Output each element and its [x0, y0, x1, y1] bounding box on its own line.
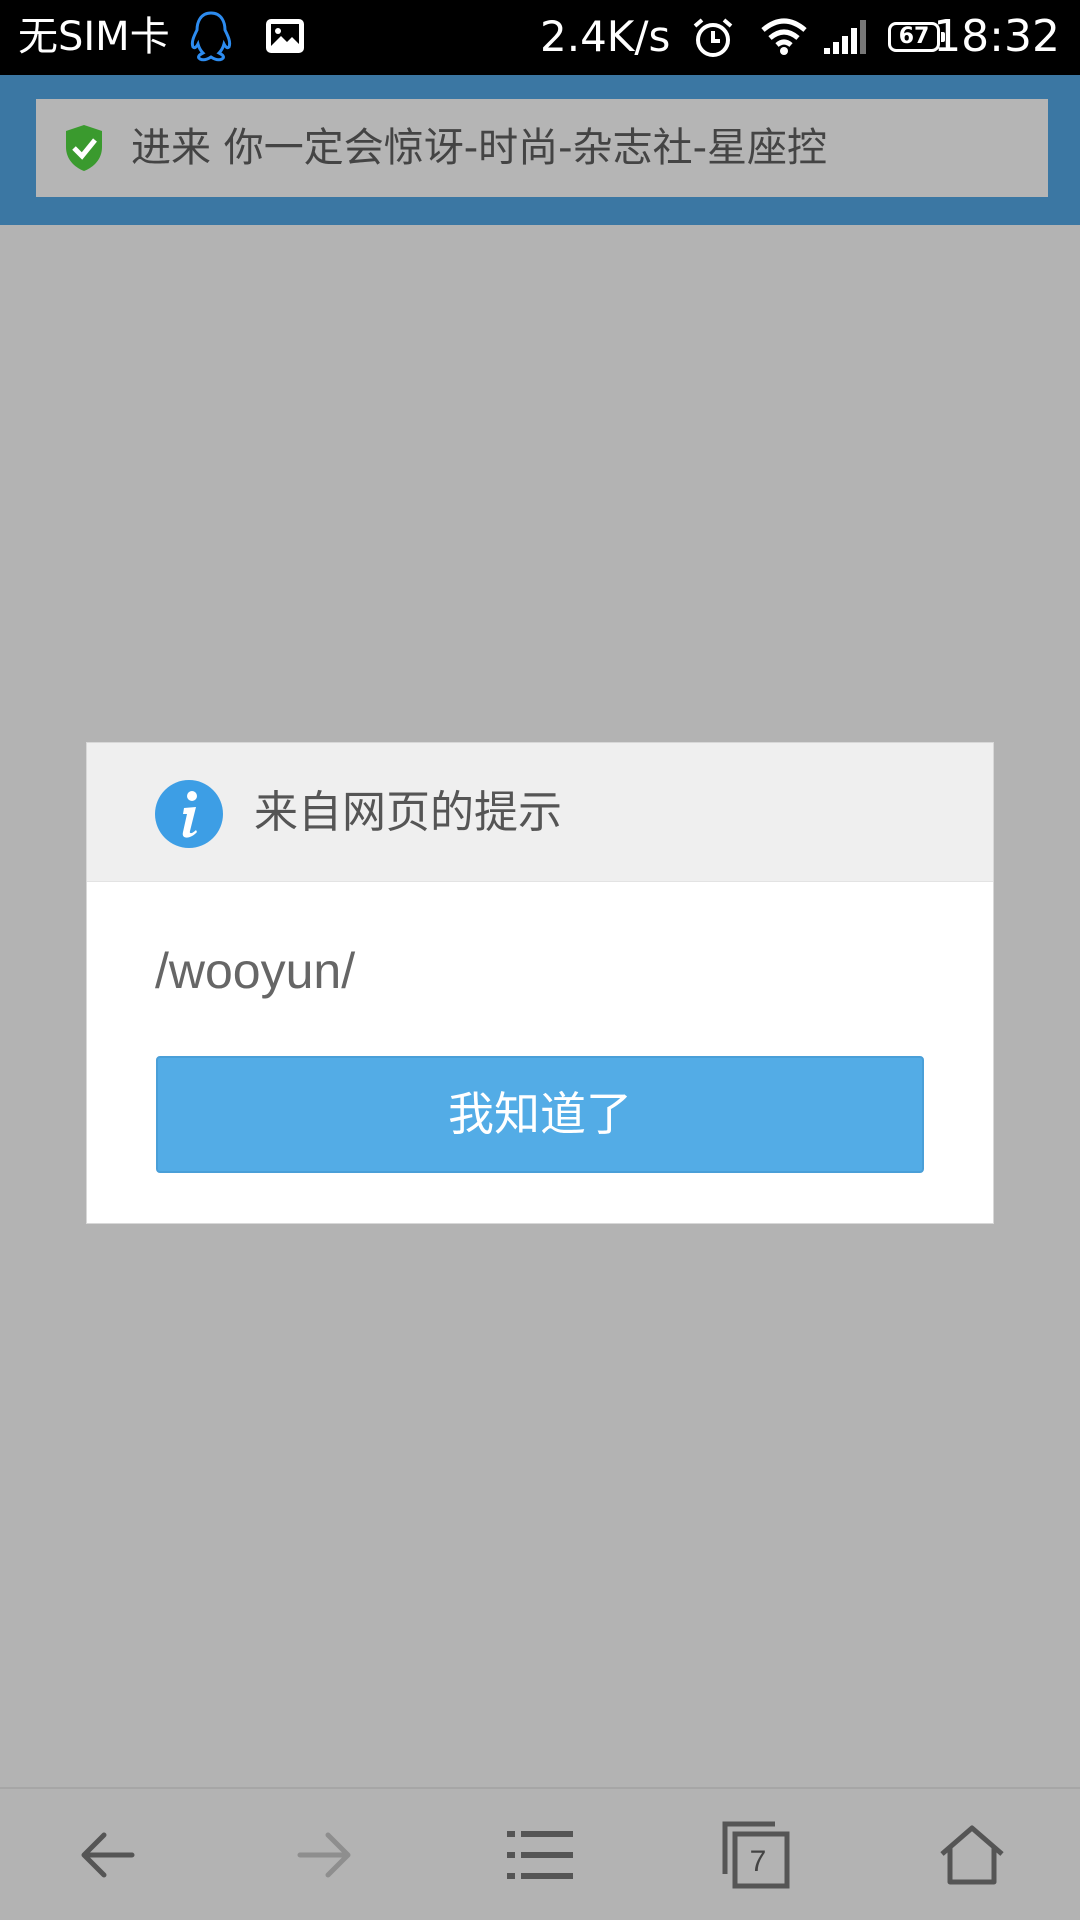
- dialog-message: /wooyun/: [155, 943, 356, 999]
- dialog-header: 来自网页的提示: [87, 743, 993, 882]
- alarm-icon: [690, 16, 736, 64]
- menu-button[interactable]: [460, 1789, 620, 1920]
- back-button[interactable]: [28, 1789, 188, 1920]
- wifi-icon: [760, 18, 808, 60]
- menu-icon: [507, 1830, 573, 1879]
- address-bar[interactable]: 进来 你一定会惊讶-时尚-杂志社-星座控: [36, 99, 1048, 197]
- browser-header: 进来 你一定会惊讶-时尚-杂志社-星座控: [0, 75, 1080, 225]
- bottom-toolbar: 7: [0, 1787, 1080, 1920]
- tabs-button[interactable]: 7: [676, 1789, 836, 1920]
- alert-dialog: 来自网页的提示 /wooyun/ 我知道了: [86, 742, 994, 1224]
- qq-icon: [188, 10, 234, 68]
- shield-check-icon: [62, 123, 106, 177]
- confirm-button[interactable]: 我知道了: [156, 1056, 924, 1173]
- info-icon: [154, 779, 224, 853]
- carrier-label: 无SIM卡: [18, 14, 170, 60]
- home-button[interactable]: [892, 1789, 1052, 1920]
- tab-count: 7: [749, 1844, 767, 1878]
- battery-icon: 67: [888, 22, 945, 52]
- signal-icon: [822, 18, 872, 60]
- status-bar: 无SIM卡 2.4K/s 67 18:32: [0, 0, 1080, 75]
- network-speed: 2.4K/s: [540, 12, 671, 61]
- image-icon: [263, 16, 307, 60]
- home-icon: [940, 1825, 1004, 1884]
- page-title: 进来 你一定会惊讶-时尚-杂志社-星座控: [131, 125, 828, 171]
- back-icon: [81, 1832, 135, 1877]
- forward-button[interactable]: [244, 1789, 404, 1920]
- dialog-title: 来自网页的提示: [254, 787, 562, 838]
- forward-icon: [297, 1832, 351, 1877]
- clock: 18:32: [933, 11, 1060, 62]
